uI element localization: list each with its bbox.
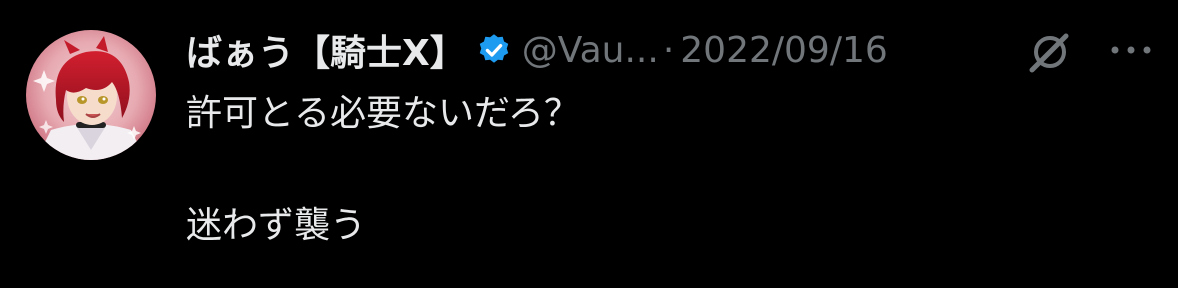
tweet-text: 許可とる必要ないだろ？ 迷わず襲う	[186, 86, 580, 254]
avatar-image	[26, 30, 156, 160]
separator-dot: ·	[662, 29, 675, 71]
tweet-text-line: 迷わず襲う	[186, 205, 367, 246]
more-options-icon[interactable]	[1106, 30, 1156, 70]
grok-icon[interactable]	[1026, 28, 1074, 76]
avatar[interactable]	[26, 30, 156, 160]
verified-badge-icon	[476, 32, 512, 68]
handle[interactable]: @Vau...	[522, 30, 659, 71]
tweet[interactable]: ばぁう【騎士X】 @Vau... · 2022/09/16 許可とる必要ないだろ…	[0, 0, 1178, 288]
display-name[interactable]: ばぁう【騎士X】	[186, 24, 466, 76]
tweet-text-line	[186, 142, 580, 198]
tweet-header: ばぁう【騎士X】 @Vau... · 2022/09/16	[186, 22, 888, 78]
tweet-text-line: 許可とる必要ないだろ？	[186, 93, 580, 134]
timestamp[interactable]: 2022/09/16	[680, 30, 888, 71]
